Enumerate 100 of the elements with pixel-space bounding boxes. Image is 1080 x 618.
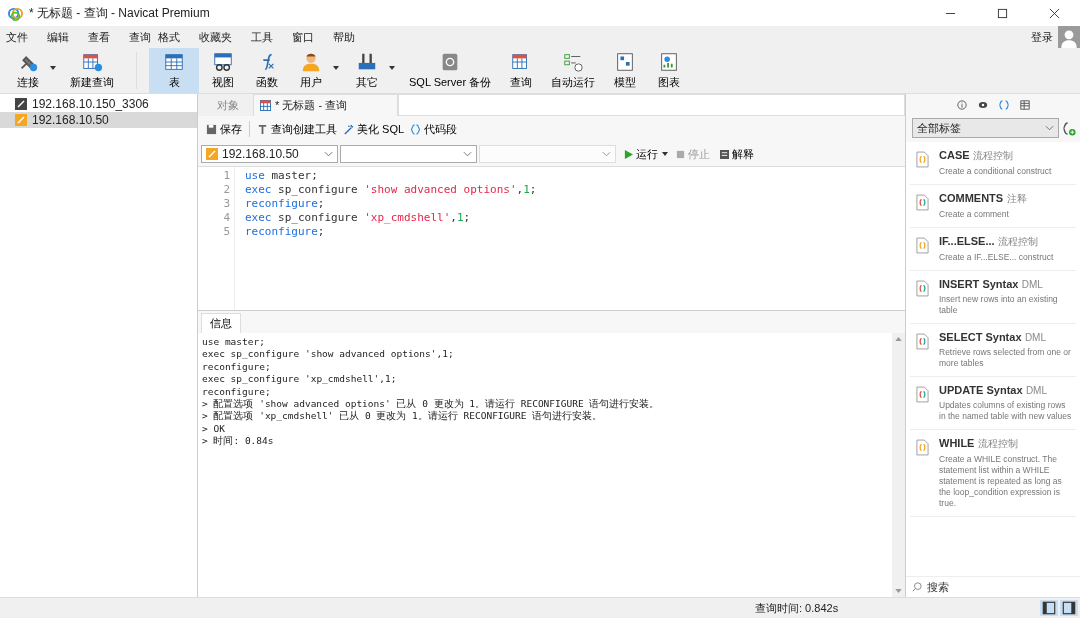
braces-icon — [410, 123, 422, 135]
grid-icon[interactable] — [1019, 100, 1030, 110]
output-line: > OK — [202, 422, 226, 436]
right-panel-icon[interactable] — [1060, 600, 1078, 616]
checklist-clock-icon — [562, 51, 585, 73]
menu-item[interactable]: 收藏夹 — [199, 29, 232, 45]
output-line: reconfigure; — [202, 385, 272, 398]
eye-icon[interactable] — [977, 100, 988, 110]
add-snippet-icon[interactable] — [1063, 120, 1076, 136]
code-line: use master; — [245, 169, 319, 183]
menu-item[interactable]: 文件 — [6, 29, 28, 45]
snippet-item[interactable]: CASE 流程控制 Create a conditional construct — [910, 142, 1076, 185]
toolbar-button[interactable]: 新建查询 — [64, 48, 120, 93]
code-line: exec sp_configure 'show advanced options',1; — [245, 183, 538, 197]
output-line: reconfigure; — [202, 360, 272, 374]
toolbar-button[interactable]: 图表 — [649, 48, 690, 93]
code-line: exec sp_configure 'xp_cmdshell',1; — [245, 211, 472, 225]
caret-icon[interactable] — [662, 152, 668, 156]
caret-icon[interactable] — [333, 65, 339, 70]
chevron-icon — [324, 151, 333, 157]
query-tool-button[interactable]: 美化 SQL — [340, 121, 408, 137]
chevron-icon — [1045, 125, 1054, 131]
toolbar-button[interactable]: 用户 — [291, 48, 331, 93]
play-icon — [624, 149, 633, 159]
toolbar-button[interactable]: 自动运行 — [545, 48, 602, 93]
output-line: use master; — [202, 336, 266, 349]
snippet-item[interactable]: COMMENTS 注释 Create a comment — [910, 185, 1076, 228]
braces-icon[interactable] — [998, 100, 1009, 110]
toolbar-button[interactable]: 查询 — [501, 48, 542, 93]
connection-item[interactable]: 192.168.10.150_3306 — [0, 96, 197, 112]
toolbar-button[interactable]: 表 — [149, 48, 199, 93]
menu-item[interactable]: 编辑 — [47, 29, 69, 45]
output-line: exec sp_configure 'xp_cmdshell',1; — [202, 373, 398, 386]
wand-icon — [343, 123, 354, 135]
snippet-item[interactable]: IF...ELSE... 流程控制 Create a IF...ELSE... construct — [910, 228, 1076, 271]
snippet-item[interactable]: WHILE 流程控制 Create a WHILE construct. The statement list within a WHILE statement is repeated as long as the loop_condition expression is true. — [910, 430, 1076, 517]
query-tool-button[interactable]: 代码段 — [407, 121, 461, 137]
connection-item[interactable]: 192.168.10.50 — [0, 112, 197, 128]
close-icon[interactable] — [1049, 7, 1060, 19]
server-icon — [15, 114, 27, 126]
snippet-file-icon — [916, 237, 929, 254]
line-number: 5 — [223, 225, 230, 239]
user-icon — [300, 51, 322, 73]
output-line: exec sp_configure 'show advanced options',1; — [202, 348, 455, 361]
window-title: * 无标题 - 查询 - Navicat Premium — [29, 4, 210, 22]
output-line: > 时间: 0.84s — [202, 435, 275, 448]
table-plus-icon — [81, 51, 103, 73]
output-line: > 配置选项 'xp_cmdshell' 已从 0 更改为 1。请运行 RECONFIGURE 语句进行安装。 — [202, 410, 604, 423]
line-number: 3 — [223, 197, 230, 211]
menu-item[interactable]: 查看 — [88, 29, 110, 45]
dropdown[interactable]: 192.168.10.50 — [201, 145, 338, 163]
menu-item[interactable]: 帮助 — [333, 29, 355, 45]
line-number: 2 — [223, 183, 230, 197]
snippet-file-icon — [916, 151, 929, 168]
snippet-file-icon — [916, 194, 929, 211]
info-icon[interactable] — [956, 100, 967, 110]
caret-icon[interactable] — [50, 65, 56, 70]
snippet-item[interactable]: UPDATE Syntax DML Updates columns of existing rows in the named table with new values — [910, 377, 1076, 430]
snippet-file-icon — [916, 386, 929, 403]
snippet-item[interactable]: INSERT Syntax DML Insert new rows into an existing table — [910, 271, 1076, 324]
avatar-icon[interactable] — [1058, 26, 1080, 48]
code-line: reconfigure; — [245, 225, 326, 239]
snippet-item[interactable]: SELECT Syntax DML Retrieve rows selected from one or more tables — [910, 324, 1076, 377]
toolbar-button[interactable]: 模型 — [605, 48, 646, 93]
save-icon — [206, 123, 217, 135]
toolbar-button[interactable]: 视图 — [203, 48, 243, 93]
maximize-icon[interactable] — [997, 7, 1008, 19]
toolbar-button[interactable]: 连接 — [8, 48, 48, 93]
output-line: > 配置选项 'show advanced options' 已从 0 更改为 1。请运行 RECONFIGURE 语句进行安装。 — [202, 397, 661, 410]
menu-item[interactable]: 窗口 — [292, 29, 314, 45]
query-tool-button[interactable]: 查询创建工具 — [254, 121, 340, 137]
toolbar-button[interactable]: 其它 — [347, 48, 387, 93]
tab[interactable]: 信息 — [201, 313, 241, 333]
tab[interactable]: * 无标题 - 查询 — [253, 94, 399, 116]
query-tool-button[interactable]: 保存 — [203, 121, 245, 137]
menu-item[interactable]: 查询 — [129, 29, 151, 45]
left-panel-icon[interactable] — [1040, 600, 1058, 616]
stop-icon — [676, 149, 685, 159]
snippet-file-icon — [916, 439, 929, 456]
glasses-table-icon — [212, 51, 234, 73]
table-icon — [163, 51, 185, 73]
line-number: 1 — [223, 169, 230, 183]
menu-item[interactable]: 格式 — [158, 29, 180, 45]
code-line: reconfigure; — [245, 197, 326, 211]
snippet-file-icon — [916, 280, 929, 297]
chevron-icon — [463, 151, 472, 157]
query-time: 查询时间: 0.842s — [755, 600, 840, 616]
toolbar-button[interactable]: SQL Server 备份 — [403, 48, 498, 93]
toolbar-button[interactable]: 函数 — [247, 48, 287, 93]
menu-item[interactable]: 工具 — [251, 29, 273, 45]
app-logo-icon — [8, 5, 23, 21]
search-field[interactable]: 搜索 — [925, 580, 1069, 594]
line-number: 4 — [223, 211, 230, 225]
caret-icon[interactable] — [389, 65, 395, 70]
tag-filter-dropdown[interactable]: 全部标签 — [912, 118, 1059, 138]
login-link[interactable]: 登录 — [1031, 29, 1053, 45]
search-icon — [912, 582, 922, 592]
chevron-icon — [602, 151, 611, 157]
action-button[interactable]: 运行 — [622, 146, 660, 162]
action-button[interactable]: 解释 — [718, 146, 756, 162]
